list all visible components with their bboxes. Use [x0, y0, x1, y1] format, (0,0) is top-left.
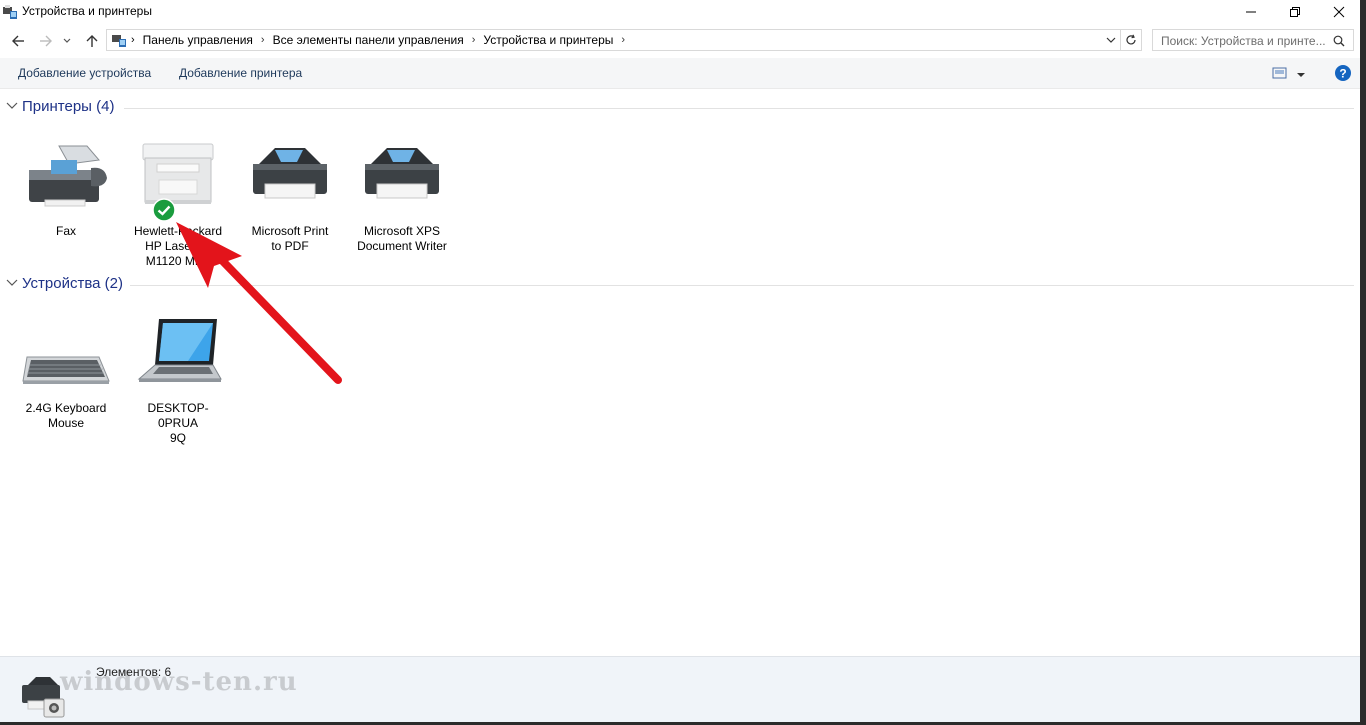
title-bar: Устройства и принтеры — [0, 0, 1360, 24]
chevron-right-icon: › — [260, 34, 265, 46]
view-icon — [1272, 67, 1287, 79]
restore-button[interactable] — [1272, 0, 1318, 24]
command-bar: Добавление устройства Добавление принтер… — [0, 58, 1360, 89]
devices-group-header[interactable]: Устройства (2) — [0, 275, 1360, 295]
address-dropdown-button[interactable] — [1102, 30, 1120, 50]
arrow-up-icon — [86, 35, 98, 47]
chevron-down-icon — [6, 102, 18, 109]
device-label: DESKTOP-0PRUA 9Q — [147, 401, 209, 445]
group-divider — [130, 285, 1354, 286]
device-label: 2.4G Keyboard Mouse — [25, 401, 107, 430]
devices-group-title: Устройства (2) — [22, 275, 123, 292]
breadcrumb-control-panel[interactable]: Панель управления › — [143, 33, 265, 47]
printer-icon — [253, 148, 327, 199]
device-label: Microsoft XPS Document Writer — [357, 224, 447, 253]
chevron-right-icon: › — [621, 34, 626, 46]
refresh-icon — [1126, 34, 1136, 45]
fax-icon — [29, 145, 107, 207]
add-printer-button[interactable]: Добавление принтера — [179, 66, 302, 80]
printers-group-title: Принтеры (4) — [22, 98, 115, 115]
device-ms-print-pdf[interactable]: Microsoft Print to PDF — [240, 140, 340, 254]
devices-printers-icon — [3, 5, 17, 19]
address-bar[interactable]: › Панель управления › Все элементы панели… — [106, 29, 1142, 51]
caret-down-icon — [1297, 73, 1305, 77]
chevron-down-icon — [6, 279, 18, 286]
restore-icon — [1290, 7, 1300, 17]
recent-locations-button[interactable] — [60, 31, 74, 51]
arrow-right-icon — [40, 35, 52, 47]
refresh-button[interactable] — [1120, 30, 1141, 50]
chevron-down-icon — [63, 38, 71, 43]
printer-icon — [365, 148, 439, 199]
breadcrumb-all-items[interactable]: Все элементы панели управления › — [273, 33, 476, 47]
device-label: Microsoft Print to PDF — [251, 224, 329, 253]
device-label: Fax — [55, 224, 76, 238]
minimize-button[interactable] — [1228, 0, 1274, 24]
help-button[interactable]: ? — [1334, 64, 1352, 87]
search-icon — [1333, 35, 1345, 47]
close-icon — [1333, 6, 1345, 18]
forward-button[interactable] — [36, 31, 56, 51]
group-divider — [124, 108, 1354, 109]
keyboard-icon — [22, 356, 110, 384]
printers-group-header[interactable]: Принтеры (4) — [0, 98, 1360, 118]
laser-printer-icon — [142, 143, 214, 204]
breadcrumb-devices-printers[interactable]: Устройства и принтеры › — [483, 33, 625, 47]
help-icon: ? — [1335, 65, 1351, 81]
arrow-left-icon — [12, 35, 24, 47]
default-check-icon — [152, 198, 176, 222]
chevron-right-icon: › — [471, 34, 476, 46]
device-hp-laserjet[interactable]: Hewlett-Packard HP LaserJet M1120 MFP — [128, 140, 228, 269]
device-label: Hewlett-Packard HP LaserJet M1120 MFP — [133, 224, 223, 268]
view-options-button[interactable] — [1296, 67, 1306, 85]
device-fax[interactable]: Fax — [16, 140, 116, 239]
search-input[interactable]: Поиск: Устройства и принте... — [1152, 29, 1354, 51]
close-button[interactable] — [1316, 0, 1362, 24]
chevron-right-icon: › — [131, 34, 135, 46]
up-button[interactable] — [82, 31, 102, 51]
add-device-button[interactable]: Добавление устройства — [18, 66, 151, 80]
device-keyboard-mouse[interactable]: 2.4G Keyboard Mouse — [16, 317, 116, 431]
control-panel-icon — [112, 35, 126, 47]
device-desktop[interactable]: DESKTOP-0PRUA 9Q — [128, 317, 228, 446]
device-ms-xps-writer[interactable]: Microsoft XPS Document Writer — [352, 140, 452, 254]
laptop-icon — [137, 319, 222, 382]
svg-text:?: ? — [1339, 67, 1346, 81]
chevron-down-icon — [1106, 37, 1116, 43]
details-pane: Элементов: 6 windows-ten.ru — [0, 656, 1360, 722]
window-title: Устройства и принтеры — [22, 4, 152, 18]
watermark-text: windows-ten.ru — [60, 667, 298, 697]
navigation-bar: › Панель управления › Все элементы панели… — [0, 27, 1360, 55]
change-view-button[interactable] — [1272, 66, 1288, 85]
back-button[interactable] — [8, 31, 28, 51]
minimize-icon — [1246, 11, 1256, 13]
